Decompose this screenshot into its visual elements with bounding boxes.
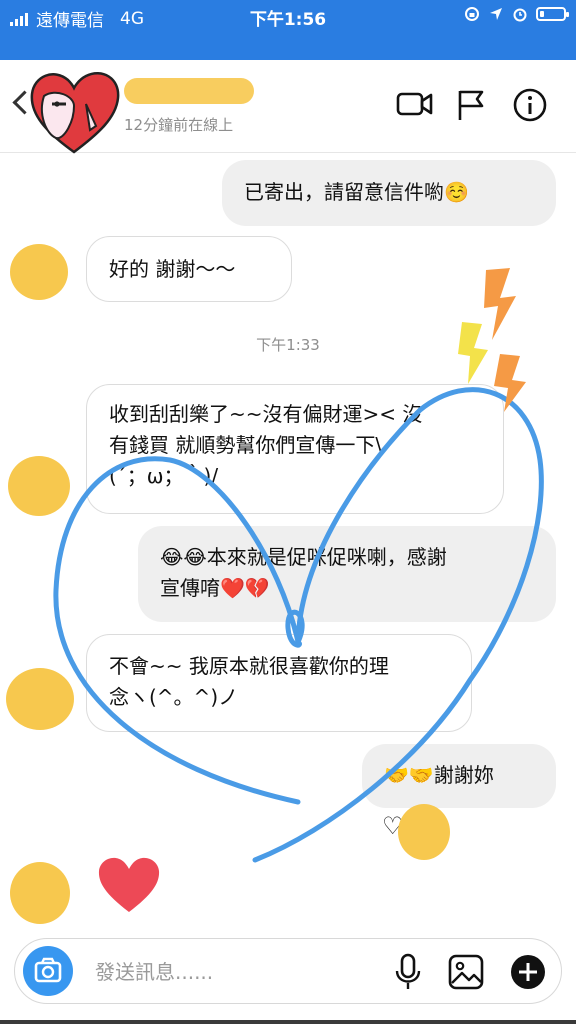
location-icon (490, 8, 502, 20)
message-text-line: 收到刮刮樂了~~沒有偏財運>< 沒 (109, 402, 423, 426)
message-text: 🤝🤝謝謝妳 (384, 763, 494, 787)
camera-button[interactable] (23, 946, 73, 996)
bottom-edge (0, 1020, 576, 1024)
message-timestamp: 下午1:33 (256, 336, 320, 354)
message-text: 好的 謝謝～～ (109, 257, 236, 281)
heart-sticker-icon[interactable] (96, 854, 162, 914)
message-received[interactable]: 收到刮刮樂了~~沒有偏財運>< 沒 有錢買 就順勢幫你們宣傳一下\ (´；ω；｀… (86, 384, 504, 514)
sender-avatar-redacted (10, 862, 70, 924)
camera-icon (34, 957, 62, 983)
alarm-icon (513, 8, 527, 22)
info-icon[interactable] (512, 88, 548, 124)
message-received[interactable]: 好的 謝謝～～ (86, 236, 292, 302)
chat-header: 12分鐘前在線上 (0, 60, 576, 154)
online-status: 12分鐘前在線上 (124, 116, 234, 134)
status-bar-extension (0, 32, 576, 60)
orientation-lock-icon (465, 7, 479, 21)
sender-avatar-redacted (10, 244, 68, 300)
battery-icon (536, 7, 569, 21)
message-sent[interactable]: 已寄出，請留意信件喲☺️ (222, 160, 556, 226)
sender-avatar-redacted (6, 668, 74, 730)
message-text-line: 有錢買 就順勢幫你們宣傳一下\ (109, 433, 383, 457)
sender-avatar-redacted (8, 456, 70, 516)
message-text-line: 😂😂本來就是促咪促咪喇，感謝 (160, 545, 447, 569)
message-received[interactable]: 不會~~ 我原本就很喜歡你的理 念ヽ(^。^)ノ (86, 634, 472, 732)
battery-level (540, 11, 544, 17)
status-bar: 遠傳電信 4G 下午1:56 (0, 0, 576, 32)
reaction-avatar-redacted (398, 804, 450, 860)
message-text-line: (´；ω；｀)/ (109, 464, 219, 488)
flag-icon[interactable] (456, 88, 486, 122)
message-text-line: 不會~~ 我原本就很喜歡你的理 (109, 654, 389, 678)
contact-avatar[interactable] (26, 66, 122, 158)
message-composer (14, 938, 562, 1004)
message-sent[interactable]: 🤝🤝謝謝妳 (362, 744, 556, 808)
message-sent[interactable]: 😂😂本來就是促咪促咪喇，感謝 宣傳唷❤️💔 (138, 526, 556, 622)
message-text-line: 念ヽ(^。^)ノ (109, 685, 239, 709)
message-text-line: 宣傳唷❤️💔 (160, 576, 270, 600)
microphone-icon[interactable] (393, 953, 423, 991)
message-input[interactable] (93, 953, 367, 991)
contact-name-redacted (124, 78, 254, 104)
add-plus-icon[interactable] (509, 953, 547, 991)
video-call-icon[interactable] (396, 88, 434, 120)
message-text: 已寄出，請留意信件喲☺️ (244, 180, 469, 204)
gallery-icon[interactable] (447, 953, 485, 991)
